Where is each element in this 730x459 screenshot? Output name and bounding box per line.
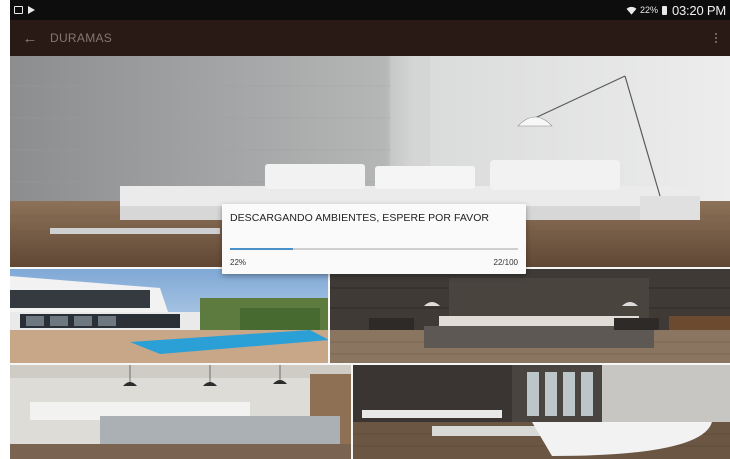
- progress-percent: 22%: [230, 258, 247, 267]
- app-title: DURAMAS: [50, 31, 113, 45]
- house-pool-image: [10, 268, 329, 364]
- gallery-icon: [14, 6, 23, 14]
- gallery-tile-kitchen[interactable]: [10, 364, 352, 459]
- battery-percent: 22%: [639, 5, 658, 15]
- kitchen-image: [10, 364, 352, 459]
- bedroom-image: [329, 268, 730, 364]
- gallery-divider: [328, 268, 330, 364]
- gallery-divider: [10, 363, 730, 365]
- app-screen: 22% 03:20 PM ← DURAMAS DESCARGANDO AMBIE…: [0, 0, 730, 459]
- progress-count: 22/100: [493, 258, 518, 267]
- gallery-divider: [351, 364, 353, 459]
- bathroom-image: [352, 364, 730, 459]
- battery-icon: [661, 5, 667, 15]
- dialog-message: DESCARGANDO AMBIENTES, ESPERE POR FAVOR: [230, 212, 490, 224]
- status-bar-notifications: [14, 6, 35, 14]
- progress-bar-fill: [230, 248, 294, 250]
- arrow-left-icon[interactable]: ←: [10, 20, 50, 56]
- action-bar: ← DURAMAS: [10, 20, 730, 56]
- more-vertical-icon[interactable]: [708, 20, 724, 56]
- status-time: 03:20 PM: [671, 2, 726, 18]
- progress-bar: [230, 248, 518, 250]
- status-bar: 22% 03:20 PM: [10, 0, 730, 20]
- wifi-icon: [626, 6, 637, 15]
- play-store-icon: [28, 6, 35, 14]
- download-progress-dialog: DESCARGANDO AMBIENTES, ESPERE POR FAVOR …: [222, 204, 526, 274]
- status-bar-system: 22% 03:20 PM: [626, 3, 726, 18]
- gallery-tile-bedroom[interactable]: [329, 268, 730, 364]
- gallery-tile-house-pool[interactable]: [10, 268, 329, 364]
- gallery-tile-bathroom[interactable]: [352, 364, 730, 459]
